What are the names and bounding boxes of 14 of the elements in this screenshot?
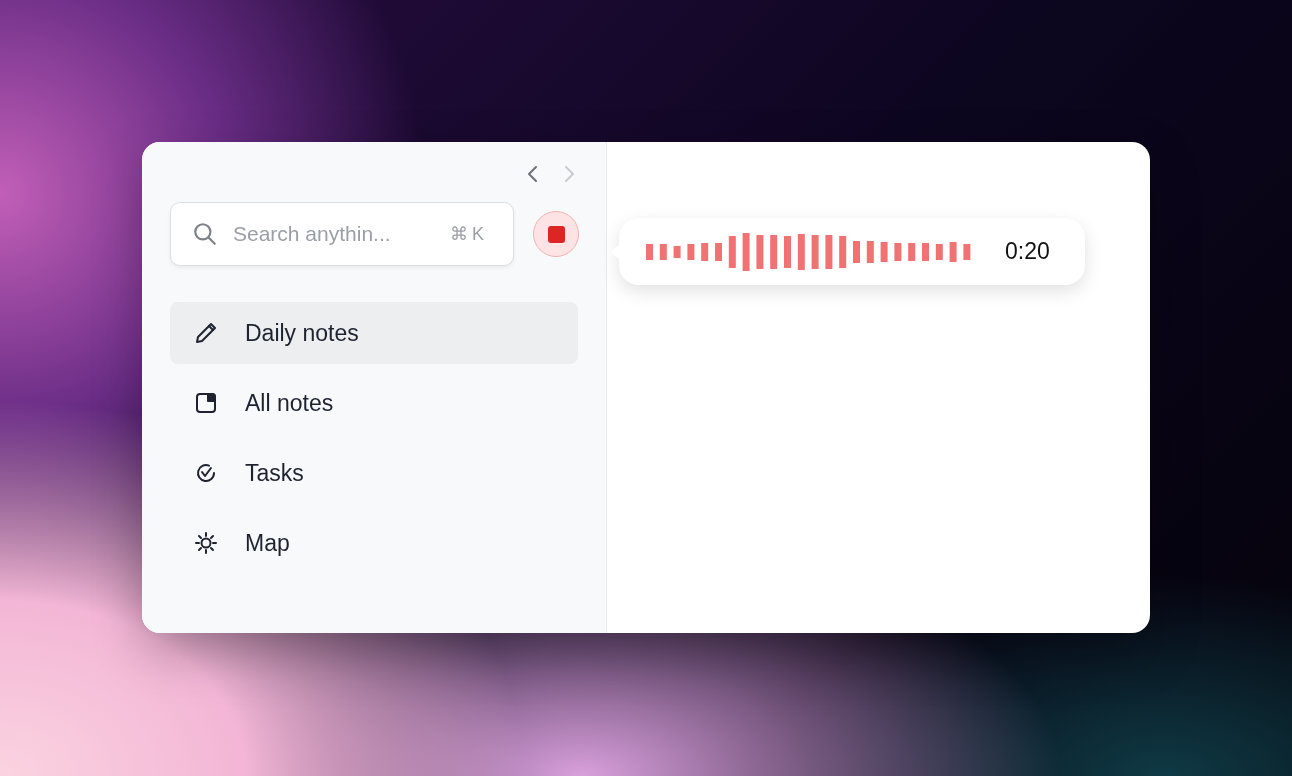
pencil-icon bbox=[194, 321, 218, 345]
sidebar-item[interactable]: Daily notes bbox=[170, 302, 578, 364]
sidebar-item[interactable]: All notes bbox=[170, 372, 578, 434]
shortcut-hint: ⌘K bbox=[450, 223, 488, 245]
chevron-left-icon bbox=[526, 164, 540, 184]
sidebar-item[interactable]: Map bbox=[170, 512, 578, 574]
stop-recording-button[interactable] bbox=[533, 211, 579, 257]
sun-icon bbox=[194, 531, 218, 555]
search-icon bbox=[192, 221, 218, 247]
elapsed-time: 0:20 bbox=[1005, 238, 1050, 265]
chevron-right-icon bbox=[562, 164, 576, 184]
note-icon bbox=[194, 391, 218, 415]
check-circle-icon bbox=[194, 461, 218, 485]
sidebar-item[interactable]: Tasks bbox=[170, 442, 578, 504]
